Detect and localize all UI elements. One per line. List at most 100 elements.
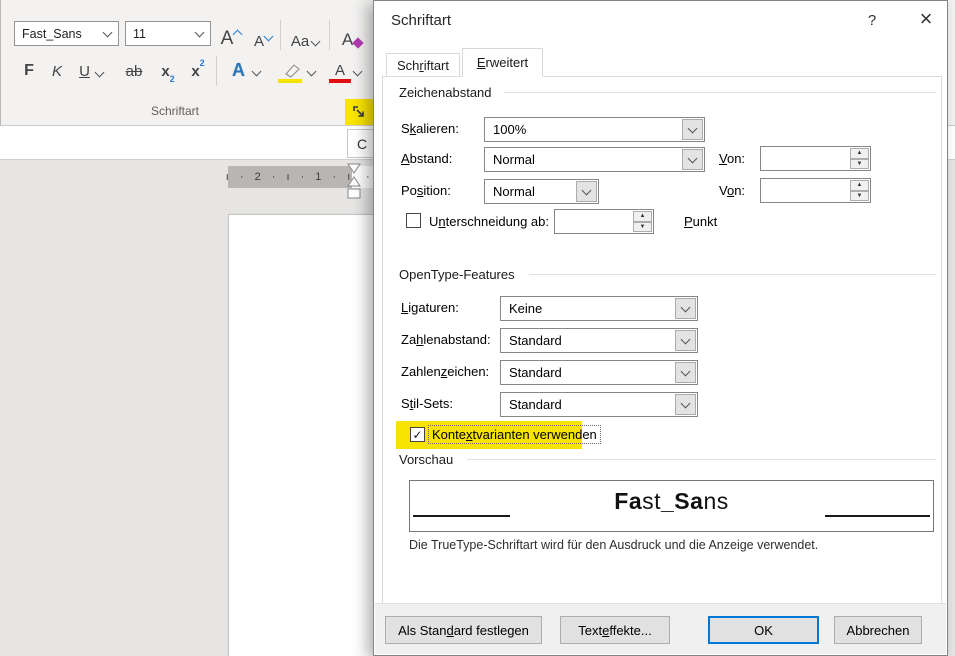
horizontal-ruler-margin[interactable]: ı · 2 · ı · 1 · ı [226, 166, 352, 188]
group-line [504, 92, 936, 93]
font-dialog-launcher-button[interactable] [345, 99, 374, 125]
position-combobox[interactable]: Normal [484, 179, 599, 204]
ligaturen-dropdown-button[interactable] [675, 298, 696, 319]
help-button[interactable]: ? [861, 12, 883, 29]
texteffekte-button[interactable]: Texteffekte... [560, 616, 670, 644]
ok-button[interactable]: OK [708, 616, 819, 644]
font-size-value: 11 [133, 26, 146, 41]
grow-font-button[interactable]: A [216, 22, 246, 50]
position-dropdown-button[interactable] [576, 181, 597, 202]
zahlenzeichen-dropdown-button[interactable] [675, 362, 696, 383]
eraser-diamond-icon [352, 37, 364, 49]
dialog-title: Schriftart [391, 12, 452, 29]
font-size-combobox[interactable]: 11 [125, 21, 211, 46]
subscript-two: 2 [169, 74, 175, 84]
unterschneidung-checkbox[interactable] [406, 213, 421, 228]
font-preview-box: Fast_Sans [409, 480, 934, 532]
tab-label: Schriftart [396, 58, 450, 73]
abstand-value: Normal [493, 152, 535, 167]
italic-button[interactable]: K [46, 58, 68, 84]
zahlenzeichen-label: Zahlenzeichen: [401, 364, 490, 379]
stilsets-label: Stil-Sets: [401, 396, 454, 411]
superscript-x: x [191, 62, 200, 80]
text-effects-button[interactable]: A [224, 56, 268, 84]
superscript-button[interactable]: x 2 [186, 58, 210, 84]
kontextvarianten-checkbox[interactable]: ✓ [410, 427, 425, 442]
stilsets-value: Standard [509, 397, 562, 412]
chevron-down-icon [306, 66, 316, 76]
underline-button[interactable]: U [73, 58, 109, 84]
text-effects-letter: A [232, 59, 245, 80]
chevron-down-icon [352, 66, 363, 76]
chevron-down-icon [94, 67, 105, 77]
spin-down-button[interactable]: ▼ [633, 221, 652, 232]
corner-box-text: C [357, 135, 368, 152]
checkmark-icon: ✓ [412, 427, 423, 442]
spin-up-button[interactable]: ▲ [850, 148, 869, 159]
chevron-down-icon [687, 123, 698, 134]
strikethrough-letters: ab [125, 62, 143, 80]
punkt-label: Punkt [684, 214, 718, 229]
button-label: Als Standard festlegen [398, 622, 529, 638]
spin-down-button[interactable]: ▼ [850, 158, 869, 169]
zahlenabstand-combobox[interactable]: Standard [500, 328, 698, 353]
highlighter-pen-icon [284, 64, 300, 78]
spin-up-button[interactable]: ▲ [633, 211, 652, 222]
group-line [529, 274, 936, 275]
chevron-down-icon [194, 27, 205, 38]
spin-up-button[interactable]: ▲ [850, 180, 869, 191]
close-button[interactable]: × [912, 5, 940, 33]
clear-formatting-button[interactable]: A [335, 22, 369, 50]
superscript-two: 2 [199, 58, 205, 68]
als-standard-festlegen-button[interactable]: Als Standard festlegen [385, 616, 542, 644]
kontextvarianten-label[interactable]: Kontextvarianten verwenden [428, 425, 601, 444]
skalieren-label: Skalieren: [401, 121, 459, 136]
skalieren-combobox[interactable]: 100% [484, 117, 705, 142]
abstand-von-spinner[interactable]: ▲ ▼ [760, 146, 871, 171]
unterschneidung-spinner[interactable]: ▲ ▼ [554, 209, 654, 234]
zahlenabstand-dropdown-button[interactable] [675, 330, 696, 351]
ligaturen-combobox[interactable]: Keine [500, 296, 698, 321]
position-von-spinner[interactable]: ▲ ▼ [760, 178, 871, 203]
indent-markers[interactable] [346, 163, 362, 207]
chevron-down-icon [680, 366, 691, 377]
zahlenzeichen-combobox[interactable]: Standard [500, 360, 698, 385]
font-name-combobox[interactable]: Fast_Sans [14, 21, 119, 46]
font-color-swatch [329, 79, 351, 83]
subscript-button[interactable]: x 2 [156, 58, 180, 85]
chevron-down-icon [251, 66, 262, 76]
group-title-opentype: OpenType-Features [399, 267, 523, 282]
tab-schriftart[interactable]: Schriftart [386, 53, 460, 77]
chevron-down-icon [680, 398, 691, 409]
zahlenzeichen-value: Standard [509, 365, 562, 380]
shrink-font-letter: A [253, 33, 264, 50]
italic-letter: K [51, 62, 62, 80]
group-title-zeichenabstand: Zeichenabstand [399, 85, 500, 100]
ribbon-group-label: Schriftart [151, 104, 200, 118]
unterschneidung-label[interactable]: Unterschneidung ab: [429, 214, 549, 229]
spinner-buttons: ▲ ▼ [633, 211, 652, 232]
chevron-down-icon [680, 302, 691, 313]
abbrechen-button[interactable]: Abbrechen [834, 616, 922, 644]
skalieren-dropdown-button[interactable] [682, 119, 703, 140]
position-label: Position: [401, 183, 451, 198]
spin-down-button[interactable]: ▼ [850, 190, 869, 201]
bold-button[interactable]: F [17, 58, 41, 84]
stilsets-combobox[interactable]: Standard [500, 392, 698, 417]
tab-erweitert[interactable]: Erweitert [462, 48, 543, 77]
strikethrough-button[interactable]: ab [119, 58, 149, 84]
underline-letter: U [79, 62, 90, 80]
change-case-button[interactable]: Aa [285, 24, 325, 50]
abstand-dropdown-button[interactable] [682, 149, 703, 170]
stilsets-dropdown-button[interactable] [675, 394, 696, 415]
font-dialog: Schriftart ? × Schriftart Erweitert Zeic… [373, 0, 948, 656]
clear-formatting-letter: A [341, 30, 354, 49]
preview-rule-right [825, 515, 930, 517]
subscript-x: x [161, 62, 170, 80]
chevron-down-icon [102, 27, 113, 38]
abstand-combobox[interactable]: Normal [484, 147, 705, 172]
chevron-down-icon [310, 36, 321, 47]
ligaturen-label: Ligaturen: [401, 300, 459, 315]
shrink-font-button[interactable]: A [249, 25, 277, 50]
font-preview-text: Fast_Sans [614, 488, 729, 514]
